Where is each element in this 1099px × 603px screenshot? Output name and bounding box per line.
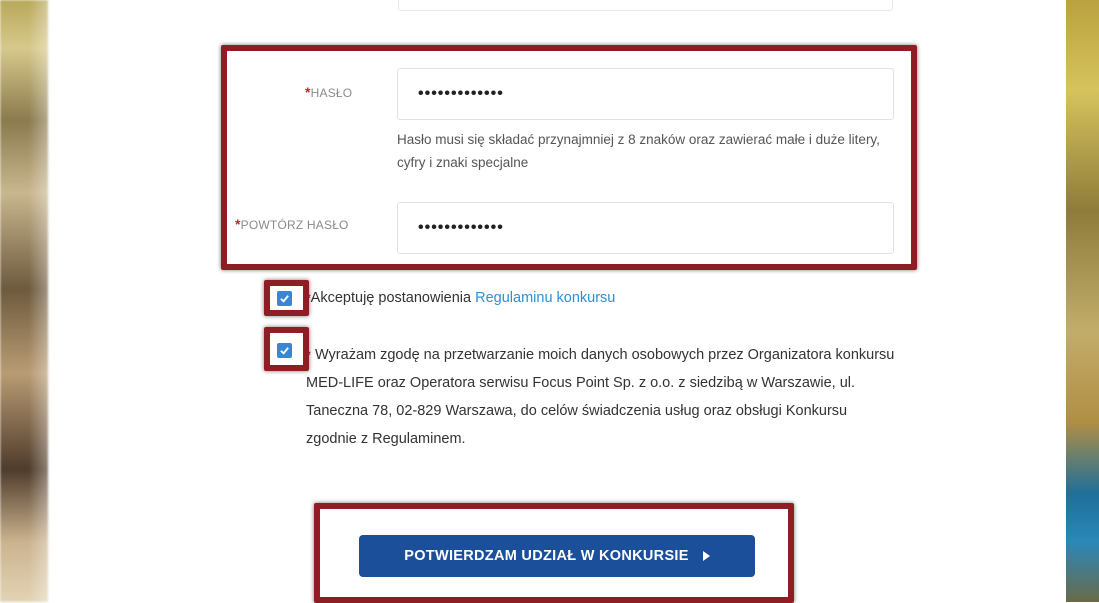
consent-text: Wyrażam zgodę na przetwarzanie moich dan…: [306, 347, 895, 447]
password-repeat-label: *POWTÓRZ HASŁO: [235, 216, 349, 232]
check-icon: [280, 295, 289, 303]
password-repeat-value: •••••••••••••: [418, 219, 504, 236]
background-photo-right: [1066, 0, 1099, 602]
background-photo-left: [0, 0, 48, 602]
password-hint: Hasło musi się składać przynajmniej z 8 …: [397, 132, 880, 170]
password-label: *HASŁO: [305, 84, 352, 100]
submit-button-label: POTWIERDZAM UDZIAŁ W KONKURSIE: [404, 548, 689, 564]
password-value: •••••••••••••: [418, 85, 504, 102]
terms-link[interactable]: Regulaminu konkursu: [475, 290, 615, 306]
previous-field-edge: [398, 0, 893, 11]
password-repeat-input[interactable]: •••••••••••••: [397, 202, 894, 254]
password-input[interactable]: •••••••••••••: [397, 68, 894, 120]
terms-text: Akceptuję postanowienia: [310, 290, 476, 306]
terms-checkbox[interactable]: [277, 291, 292, 306]
caret-right-icon: [702, 551, 710, 561]
required-mark: *: [306, 348, 311, 362]
password-repeat-label-text: POWTÓRZ HASŁO: [240, 218, 349, 232]
consent-label: * Wyrażam zgodę na przetwarzanie moich da…: [306, 341, 898, 453]
password-label-text: HASŁO: [310, 86, 353, 100]
submit-button[interactable]: POTWIERDZAM UDZIAŁ W KONKURSIE: [359, 535, 755, 577]
check-icon: [280, 347, 289, 355]
terms-label: *Akceptuję postanowienia Regulaminu konk…: [306, 284, 615, 312]
consent-checkbox[interactable]: [277, 343, 292, 358]
